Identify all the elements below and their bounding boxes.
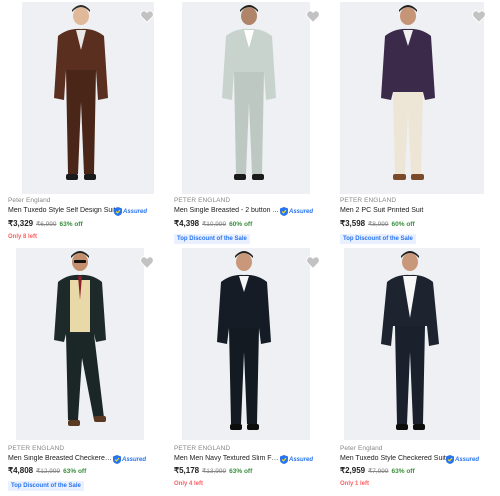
assured-badge: Assured bbox=[114, 207, 147, 216]
wishlist-heart-icon[interactable] bbox=[140, 10, 154, 23]
product-card[interactable]: Peter England Men Tuxedo Style Self Desi… bbox=[8, 2, 168, 247]
assured-label: Assured bbox=[455, 456, 480, 463]
product-brand: PETER ENGLAND bbox=[174, 197, 231, 204]
stock-tag: Only 1 left bbox=[340, 481, 370, 487]
price-row: ₹3,329 ₹6,999 63% off bbox=[8, 219, 83, 228]
product-brand: PETER ENGLAND bbox=[8, 445, 65, 452]
product-title[interactable]: Men Single Breasted - 2 button ... bbox=[174, 207, 280, 214]
price-row: ₹4,398 ₹10,999 60% off bbox=[174, 219, 252, 228]
product-price: ₹2,959 bbox=[340, 466, 366, 475]
product-price: ₹4,808 bbox=[8, 466, 34, 475]
product-mrp: ₹6,999 bbox=[36, 221, 57, 228]
product-brand: Peter England bbox=[340, 445, 383, 452]
product-grid: Peter England Men Tuxedo Style Self Desi… bbox=[0, 0, 500, 496]
assured-shield-icon bbox=[113, 455, 121, 464]
assured-label: Assured bbox=[123, 208, 148, 215]
product-image[interactable] bbox=[340, 2, 500, 194]
assured-badge: Assured bbox=[113, 455, 146, 464]
assured-label: Assured bbox=[122, 456, 147, 463]
product-discount: 63% off bbox=[391, 468, 415, 475]
assured-shield-icon bbox=[114, 207, 122, 216]
stock-tag: Only 8 left bbox=[8, 234, 38, 240]
product-mrp: ₹8,999 bbox=[368, 221, 389, 228]
product-mrp: ₹7,999 bbox=[368, 468, 389, 475]
product-discount: 60% off bbox=[391, 221, 415, 228]
product-brand: PETER ENGLAND bbox=[174, 445, 231, 452]
price-row: ₹5,178 ₹13,999 63% off bbox=[174, 466, 252, 475]
product-price: ₹3,598 bbox=[340, 219, 366, 228]
product-discount: 60% off bbox=[229, 221, 253, 228]
wishlist-heart-icon[interactable] bbox=[306, 256, 320, 269]
product-price: ₹4,398 bbox=[174, 219, 200, 228]
stock-tag: Only 4 left bbox=[174, 481, 204, 487]
product-mrp: ₹12,999 bbox=[36, 468, 61, 475]
product-title[interactable]: Men Single Breasted Checkered ... bbox=[8, 455, 112, 462]
product-title[interactable]: Men Tuxedo Style Self Design Suit bbox=[8, 207, 116, 214]
product-title[interactable]: Men Men Navy Textured Slim Fit... bbox=[174, 455, 279, 462]
product-discount: 63% off bbox=[63, 468, 87, 475]
sale-discount-tag: Top Discount of the Sale bbox=[340, 234, 416, 244]
sale-discount-tag: Top Discount of the Sale bbox=[174, 234, 250, 244]
product-image[interactable] bbox=[174, 248, 334, 440]
assured-shield-icon bbox=[446, 455, 454, 464]
assured-label: Assured bbox=[289, 208, 314, 215]
product-mrp: ₹13,999 bbox=[202, 468, 227, 475]
wishlist-heart-icon[interactable] bbox=[140, 256, 154, 269]
product-image[interactable] bbox=[174, 2, 334, 194]
product-card[interactable]: PETER ENGLAND Men Men Navy Textured Slim… bbox=[174, 248, 334, 493]
product-title[interactable]: Men 2 PC Suit Printed Suit bbox=[340, 207, 490, 214]
assured-badge: Assured bbox=[280, 207, 313, 216]
product-discount: 63% off bbox=[229, 468, 253, 475]
sale-discount-tag: Top Discount of the Sale bbox=[8, 481, 84, 491]
wishlist-heart-icon[interactable] bbox=[306, 10, 320, 23]
product-title[interactable]: Men Tuxedo Style Checkered Suit bbox=[340, 455, 446, 462]
product-card[interactable]: PETER ENGLAND Men 2 PC Suit Printed Suit… bbox=[340, 2, 500, 247]
product-discount: 63% off bbox=[59, 221, 83, 228]
product-card[interactable]: PETER ENGLAND Men Single Breasted - 2 bu… bbox=[174, 2, 334, 247]
product-mrp: ₹10,999 bbox=[202, 221, 227, 228]
assured-badge: Assured bbox=[280, 455, 313, 464]
product-card[interactable]: Peter England Men Tuxedo Style Checkered… bbox=[340, 248, 500, 493]
assured-shield-icon bbox=[280, 455, 288, 464]
product-brand: PETER ENGLAND bbox=[340, 197, 397, 204]
product-image[interactable] bbox=[340, 248, 500, 440]
product-image[interactable] bbox=[8, 2, 168, 194]
product-brand: Peter England bbox=[8, 197, 51, 204]
assured-shield-icon bbox=[280, 207, 288, 216]
product-price: ₹3,329 bbox=[8, 219, 34, 228]
product-card[interactable]: PETER ENGLAND Men Single Breasted Checke… bbox=[8, 248, 168, 493]
assured-badge: Assured bbox=[446, 455, 479, 464]
price-row: ₹4,808 ₹12,999 63% off bbox=[8, 466, 86, 475]
price-row: ₹3,598 ₹8,999 60% off bbox=[340, 219, 415, 228]
price-row: ₹2,959 ₹7,999 63% off bbox=[340, 466, 415, 475]
product-price: ₹5,178 bbox=[174, 466, 200, 475]
wishlist-heart-icon[interactable] bbox=[472, 10, 486, 23]
product-image[interactable] bbox=[8, 248, 168, 440]
assured-label: Assured bbox=[289, 456, 314, 463]
